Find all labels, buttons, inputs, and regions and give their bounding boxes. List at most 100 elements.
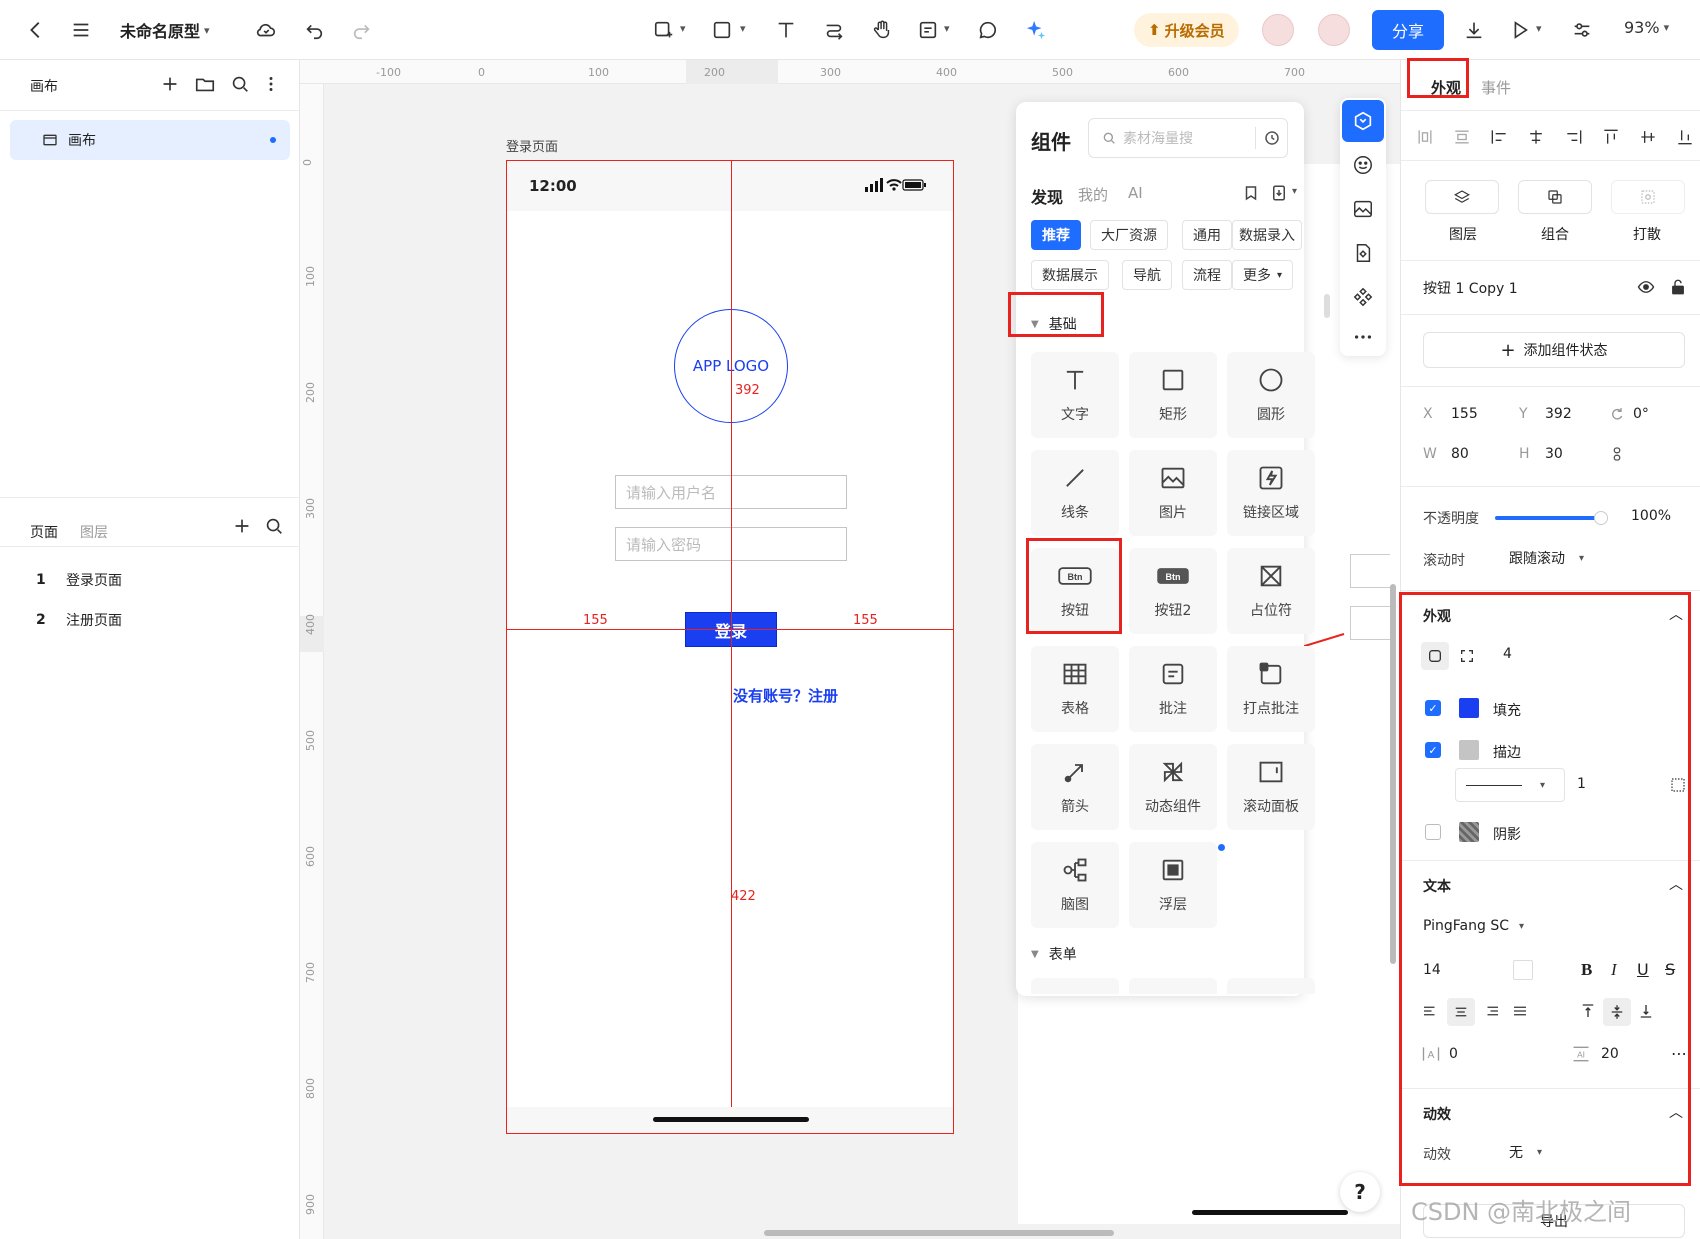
category-navigation[interactable]: 导航: [1122, 260, 1172, 290]
component-pin-annotation[interactable]: 打点批注: [1227, 646, 1315, 732]
hand-tool-icon[interactable]: [866, 14, 898, 46]
help-button[interactable]: ?: [1340, 1172, 1380, 1212]
component-line[interactable]: 线条: [1031, 450, 1119, 536]
more-horizontal-icon[interactable]: [1352, 326, 1374, 348]
component-search-input[interactable]: 素材海量搜: [1088, 118, 1288, 158]
component-arrow[interactable]: 箭头: [1031, 744, 1119, 830]
redo-icon[interactable]: [346, 14, 378, 46]
category-recommend[interactable]: 推荐: [1031, 220, 1081, 250]
emoji-icon[interactable]: [1352, 154, 1374, 176]
align-middle-icon[interactable]: [1638, 127, 1658, 147]
document-icon[interactable]: [1352, 242, 1374, 264]
artboard-label[interactable]: 登录页面: [506, 136, 558, 155]
play-preview-icon[interactable]: [1504, 14, 1536, 46]
scroll-behavior-dropdown[interactable]: 跟随滚动 ▾: [1509, 548, 1584, 568]
comment-icon[interactable]: [972, 14, 1004, 46]
element-name[interactable]: 按钮 1 Copy 1: [1423, 278, 1518, 298]
ai-sparkle-icon[interactable]: [1020, 14, 1052, 46]
align-top-icon[interactable]: [1601, 127, 1621, 147]
horizontal-scrollbar[interactable]: [764, 1230, 1114, 1236]
settings-sliders-icon[interactable]: [1566, 14, 1598, 46]
link-ratio-icon[interactable]: [1609, 446, 1625, 462]
align-left-icon[interactable]: [1489, 127, 1509, 147]
category-data-display[interactable]: 数据展示: [1031, 260, 1109, 290]
chevron-down-icon[interactable]: ▾: [680, 22, 686, 35]
cloud-sync-icon[interactable]: [250, 14, 282, 46]
page-item[interactable]: 2 注册页面: [36, 606, 122, 634]
tab-mine[interactable]: 我的: [1078, 184, 1108, 205]
canvas-area[interactable]: 登录页面 12:00 APP LOGO 请输入用户名 请输入密码 登录 没有账号…: [324, 84, 1400, 1239]
component-mindmap[interactable]: 脑图: [1031, 842, 1119, 928]
import-icon[interactable]: [1270, 184, 1288, 202]
add-state-button[interactable]: + 添加组件状态: [1423, 332, 1685, 368]
page-item[interactable]: 1 登录页面: [36, 566, 122, 594]
back-icon[interactable]: [20, 14, 52, 46]
history-icon[interactable]: [1263, 129, 1281, 147]
bookmark-icon[interactable]: [1242, 184, 1260, 202]
text-tool-icon[interactable]: [770, 14, 802, 46]
category-big-vendor[interactable]: 大厂资源: [1090, 220, 1168, 250]
opacity-value[interactable]: 100%: [1631, 508, 1671, 524]
component-dynamic[interactable]: 动态组件: [1129, 744, 1217, 830]
w-input[interactable]: 80: [1451, 446, 1469, 462]
components-dock-button[interactable]: [1342, 100, 1384, 142]
component-table[interactable]: 表格: [1031, 646, 1119, 732]
rotation-input[interactable]: 0°: [1633, 406, 1649, 422]
rectangle-tool-icon[interactable]: [706, 14, 738, 46]
share-button[interactable]: 分享: [1372, 10, 1444, 50]
component-library-icon[interactable]: [1352, 286, 1374, 308]
align-right-icon[interactable]: [1564, 127, 1584, 147]
eye-icon[interactable]: [1637, 278, 1655, 296]
section-form[interactable]: ▼ 表单: [1031, 942, 1077, 966]
component-scroll-panel[interactable]: 滚动面板: [1227, 744, 1315, 830]
search-icon[interactable]: [224, 68, 256, 100]
note-tool-icon[interactable]: [912, 14, 944, 46]
zoom-dropdown[interactable]: 93% ▾: [1624, 18, 1669, 37]
image-library-icon[interactable]: [1352, 198, 1374, 220]
component-annotation[interactable]: 批注: [1129, 646, 1217, 732]
avatar[interactable]: [1318, 14, 1350, 46]
tab-layers[interactable]: 图层: [80, 522, 108, 542]
menu-icon[interactable]: [65, 14, 97, 46]
add-frame-icon[interactable]: [648, 14, 680, 46]
chevron-down-icon[interactable]: ▾: [740, 22, 746, 35]
component-rectangle[interactable]: 矩形: [1129, 352, 1217, 438]
more-vertical-icon[interactable]: [255, 68, 287, 100]
component-circle[interactable]: 圆形: [1227, 352, 1315, 438]
folder-icon[interactable]: [189, 68, 221, 100]
component-float-layer[interactable]: 浮层: [1129, 842, 1225, 928]
category-general[interactable]: 通用: [1182, 220, 1232, 250]
add-page-icon[interactable]: [226, 510, 258, 542]
x-input[interactable]: 155: [1451, 406, 1478, 422]
opacity-slider-track[interactable]: [1495, 511, 1608, 525]
chevron-down-icon[interactable]: ▾: [944, 22, 950, 35]
distribute-vertical-icon[interactable]: [1452, 127, 1472, 147]
y-input[interactable]: 392: [1545, 406, 1572, 422]
tab-pages[interactable]: 页面: [30, 522, 58, 542]
align-bottom-icon[interactable]: [1675, 127, 1695, 147]
group-button[interactable]: [1518, 180, 1592, 214]
ungroup-button[interactable]: [1611, 180, 1685, 214]
opacity-slider-thumb[interactable]: [1594, 511, 1608, 525]
add-icon[interactable]: [154, 68, 186, 100]
download-icon[interactable]: [1458, 14, 1490, 46]
chevron-down-icon[interactable]: ▾: [1536, 22, 1542, 35]
vertical-scrollbar[interactable]: [1390, 584, 1396, 964]
component-text[interactable]: 文字: [1031, 352, 1119, 438]
scrollbar[interactable]: [1324, 294, 1330, 318]
component-placeholder[interactable]: 占位符: [1227, 548, 1315, 634]
upgrade-button[interactable]: ⬆ 升级会员: [1134, 13, 1239, 47]
category-data-input[interactable]: 数据录入: [1232, 220, 1302, 250]
project-title[interactable]: 未命名原型 ▾: [120, 18, 210, 42]
tab-discover[interactable]: 发现: [1031, 184, 1063, 208]
unlock-icon[interactable]: [1669, 278, 1687, 296]
component-link-area[interactable]: 链接区域: [1227, 450, 1315, 536]
connector-tool-icon[interactable]: [818, 14, 850, 46]
component-image[interactable]: 图片: [1129, 450, 1217, 536]
h-input[interactable]: 30: [1545, 446, 1563, 462]
chevron-down-icon[interactable]: ▾: [1292, 186, 1297, 197]
undo-icon[interactable]: [298, 14, 330, 46]
category-flow[interactable]: 流程: [1182, 260, 1232, 290]
avatar[interactable]: [1262, 14, 1294, 46]
component-button2[interactable]: Btn 按钮2: [1129, 548, 1217, 634]
